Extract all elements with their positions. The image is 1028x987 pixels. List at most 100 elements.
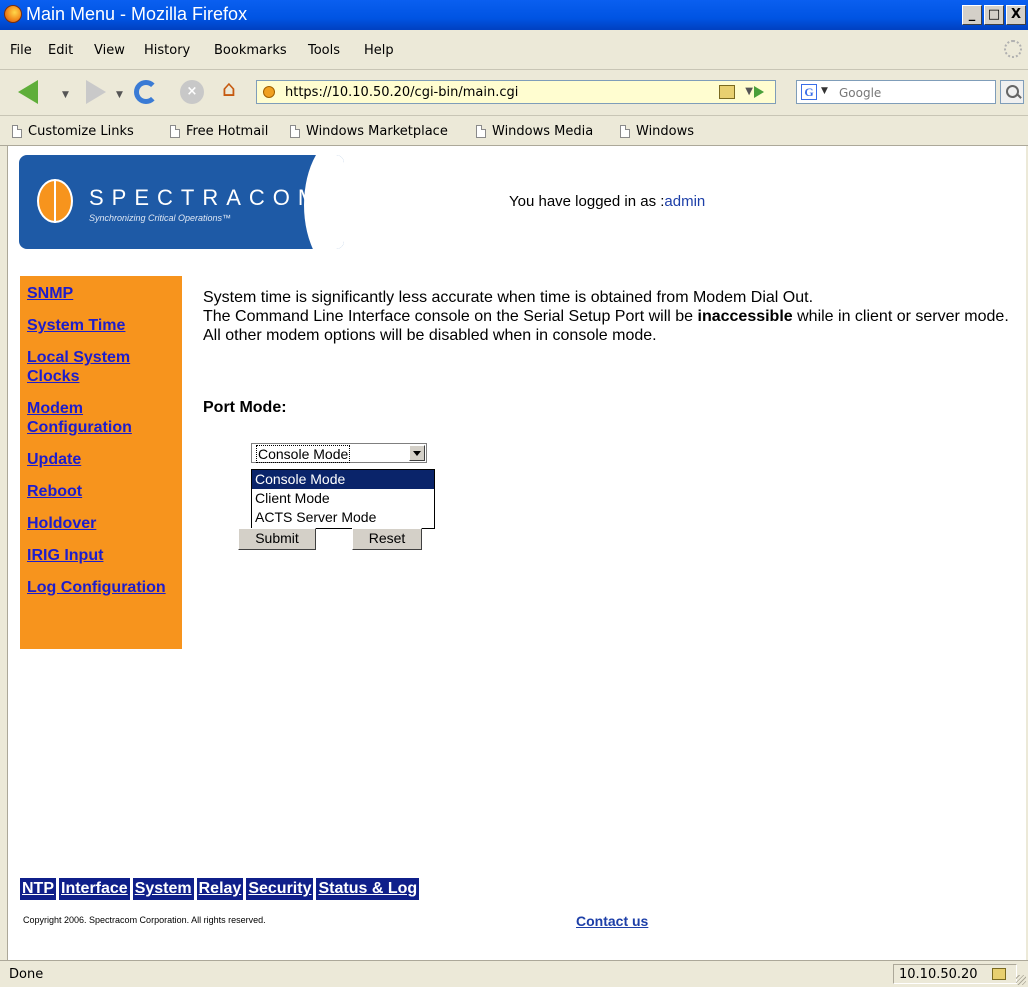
bookmark-windows[interactable]: Windows	[620, 124, 694, 139]
info-line-cli: The Command Line Interface console on th…	[203, 307, 1023, 326]
home-icon[interactable]: ⌂	[222, 78, 246, 102]
bookmark-windows-marketplace[interactable]: Windows Marketplace	[290, 124, 448, 139]
sidebar-nav: SNMP System Time Local System Clocks Mod…	[20, 276, 182, 649]
port-mode-label: Port Mode:	[203, 399, 287, 416]
url-text[interactable]: https://10.10.50.20/cgi-bin/main.cgi	[285, 85, 518, 100]
bookmark-customize-links[interactable]: Customize Links	[12, 124, 134, 139]
status-bar: Done 10.10.50.20	[0, 960, 1028, 987]
sidebar-link-system-time[interactable]: System Time	[27, 316, 167, 335]
status-text: Done	[9, 967, 44, 982]
bookmark-label: Free Hotmail	[186, 124, 269, 139]
window-frame-left	[0, 146, 8, 960]
info-cli-bold: inaccessible	[697, 308, 793, 325]
page-icon	[476, 125, 486, 138]
login-status: You have logged in as :admin	[509, 193, 705, 210]
url-dropdown-icon[interactable]: ▼	[745, 86, 753, 97]
search-icon[interactable]	[1000, 80, 1024, 104]
window-title: Main Menu - Mozilla Firefox	[26, 4, 248, 24]
bottom-nav-status-log[interactable]: Status & Log	[316, 878, 420, 900]
throbber-icon	[1004, 40, 1022, 58]
back-icon[interactable]	[18, 80, 38, 104]
bottom-nav: NTP Interface System Relay Security Stat…	[20, 878, 420, 900]
search-box[interactable]: G ▼ Google	[796, 80, 996, 104]
modem-info-text: System time is significantly less accura…	[203, 288, 1023, 345]
logo-mark-icon	[37, 179, 73, 223]
option-acts-server-mode[interactable]: ACTS Server Mode	[252, 508, 434, 527]
bottom-nav-ntp[interactable]: NTP	[20, 878, 56, 900]
bookmark-windows-media[interactable]: Windows Media	[476, 124, 593, 139]
reload-icon[interactable]	[134, 80, 158, 104]
search-engine-dropdown-icon[interactable]: ▼	[821, 86, 828, 96]
navigation-toolbar: ▼ ▼ × ⌂ https://10.10.50.20/cgi-bin/main…	[0, 70, 1028, 116]
page-icon	[290, 125, 300, 138]
status-host-panel[interactable]: 10.10.50.20	[893, 964, 1017, 984]
bottom-nav-system[interactable]: System	[132, 878, 194, 900]
logo-name: SPECTRACOM	[89, 185, 325, 210]
bottom-nav-security[interactable]: Security	[246, 878, 314, 900]
sidebar-link-snmp[interactable]: SNMP	[27, 284, 167, 303]
logo-tagline: Synchronizing Critical Operations™	[89, 213, 232, 223]
info-cli-post: while in client or server mode.	[792, 308, 1009, 325]
bookmark-label: Customize Links	[28, 124, 134, 139]
page-icon	[170, 125, 180, 138]
forward-icon[interactable]	[86, 80, 106, 104]
login-user: admin	[664, 193, 706, 210]
menu-file[interactable]: File	[10, 43, 32, 58]
menu-edit[interactable]: Edit	[48, 43, 73, 58]
submit-button[interactable]: Submit	[238, 528, 316, 550]
google-engine-icon[interactable]: G	[801, 84, 817, 100]
port-mode-selected-value[interactable]: Console Mode	[256, 445, 351, 463]
sidebar-link-log-configuration[interactable]: Log Configuration	[27, 578, 167, 597]
url-bar[interactable]: https://10.10.50.20/cgi-bin/main.cgi ▼	[256, 80, 776, 104]
bookmark-label: Windows	[636, 124, 695, 139]
forward-history-dropdown[interactable]: ▼	[116, 90, 123, 100]
page-icon	[12, 125, 22, 138]
option-client-mode[interactable]: Client Mode	[252, 489, 434, 508]
search-placeholder[interactable]: Google	[839, 86, 881, 100]
copyright-text: Copyright 2006. Spectracom Corporation. …	[23, 915, 266, 925]
info-line-accuracy: System time is significantly less accura…	[203, 289, 814, 306]
menu-view[interactable]: View	[94, 43, 125, 58]
resize-grip-icon[interactable]	[1016, 975, 1026, 985]
minimize-button[interactable]: _	[962, 5, 982, 25]
sidebar-link-modem-configuration[interactable]: Modem Configuration	[27, 399, 167, 437]
login-prefix: You have logged in as :	[509, 193, 665, 210]
back-history-dropdown[interactable]: ▼	[62, 90, 69, 100]
menu-tools[interactable]: Tools	[308, 43, 340, 58]
bookmark-label: Windows Media	[492, 124, 594, 139]
firefox-icon	[4, 5, 22, 23]
maximize-button[interactable]: □	[984, 5, 1004, 25]
reset-button[interactable]: Reset	[352, 528, 422, 550]
padlock-icon[interactable]	[992, 968, 1006, 980]
sidebar-link-holdover[interactable]: Holdover	[27, 514, 167, 533]
menu-history[interactable]: History	[144, 43, 190, 58]
bottom-nav-relay[interactable]: Relay	[196, 878, 244, 900]
menu-bookmarks[interactable]: Bookmarks	[214, 43, 287, 58]
page-content: SPECTRACOM Synchronizing Critical Operat…	[9, 147, 1026, 959]
chevron-down-icon[interactable]	[409, 445, 425, 461]
close-button[interactable]: X	[1006, 5, 1026, 25]
sidebar-link-update[interactable]: Update	[27, 450, 167, 469]
spectracom-logo: SPECTRACOM Synchronizing Critical Operat…	[19, 155, 344, 249]
info-line-console: All other modem options will be disabled…	[203, 327, 657, 344]
port-mode-options: Console Mode Client Mode ACTS Server Mod…	[251, 469, 435, 529]
option-console-mode[interactable]: Console Mode	[252, 470, 434, 489]
go-icon[interactable]	[754, 86, 764, 98]
site-identity-icon[interactable]	[263, 86, 275, 98]
bookmark-free-hotmail[interactable]: Free Hotmail	[170, 124, 268, 139]
status-host-text: 10.10.50.20	[899, 967, 978, 982]
stop-icon[interactable]: ×	[180, 80, 204, 104]
padlock-icon[interactable]	[719, 85, 735, 99]
contact-us-link[interactable]: Contact us	[576, 913, 648, 929]
menu-bar: File Edit View History Bookmarks Tools H…	[0, 30, 1028, 70]
menu-help[interactable]: Help	[364, 43, 394, 58]
window-title-bar[interactable]: Main Menu - Mozilla Firefox _ □ X	[0, 0, 1028, 30]
page-icon	[620, 125, 630, 138]
sidebar-link-reboot[interactable]: Reboot	[27, 482, 167, 501]
bottom-nav-interface[interactable]: Interface	[59, 878, 130, 900]
bookmark-label: Windows Marketplace	[306, 124, 448, 139]
info-cli-pre: The Command Line Interface console on th…	[203, 308, 698, 325]
port-mode-select[interactable]: Console Mode	[251, 443, 427, 463]
sidebar-link-irig-input[interactable]: IRIG Input	[27, 546, 167, 565]
sidebar-link-local-system-clocks[interactable]: Local System Clocks	[27, 348, 167, 386]
